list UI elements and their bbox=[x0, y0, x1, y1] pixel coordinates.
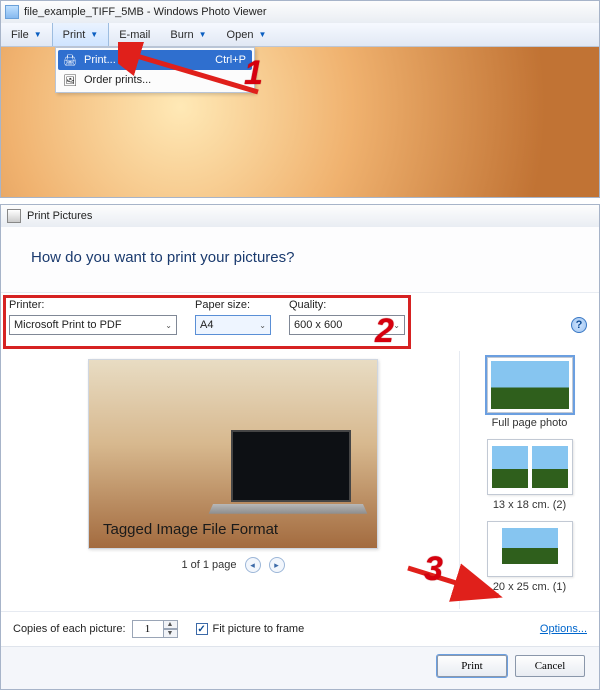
paper-size-field: Paper size: A4 ⌄ bbox=[195, 299, 271, 335]
preview-pane: Tagged Image File Format 1 of 1 page ◂ ▸ bbox=[11, 351, 455, 609]
menu-file-label: File bbox=[11, 29, 29, 41]
paper-size-label: Paper size: bbox=[195, 299, 271, 311]
printer-select[interactable]: Microsoft Print to PDF ⌄ bbox=[9, 315, 177, 335]
layout-list[interactable]: Full page photo 13 x 18 cm. (2) 20 x 25 … bbox=[459, 351, 589, 609]
app-icon bbox=[5, 5, 19, 19]
next-page-button[interactable]: ▸ bbox=[269, 557, 285, 573]
layout-20x25-thumb bbox=[487, 521, 573, 577]
layout-full-label: Full page photo bbox=[492, 417, 568, 429]
layout-13x18-thumb bbox=[487, 439, 573, 495]
printer-icon: 🖨 bbox=[62, 52, 78, 68]
copies-label: Copies of each picture: bbox=[13, 623, 126, 635]
help-icon[interactable]: ? bbox=[571, 317, 587, 333]
quality-value: 600 x 600 bbox=[294, 319, 342, 331]
printer-field: Printer: Microsoft Print to PDF ⌄ bbox=[9, 299, 177, 335]
copies-down-button[interactable]: ▼ bbox=[164, 629, 178, 638]
layout-full-thumb bbox=[487, 357, 573, 413]
dropdown-print[interactable]: 🖨 Print... Ctrl+P bbox=[58, 50, 252, 70]
annotation-number-1: 1 bbox=[244, 54, 263, 93]
menu-burn[interactable]: Burn ▼ bbox=[160, 23, 216, 46]
dlg-footer: Copies of each picture: ▲ ▼ ✓ Fit pictur… bbox=[1, 611, 599, 646]
preview-page: Tagged Image File Format bbox=[88, 359, 378, 549]
paper-size-select[interactable]: A4 ⌄ bbox=[195, 315, 271, 335]
fit-picture-label: Fit picture to frame bbox=[213, 623, 305, 635]
dlg-heading: How do you want to print your pictures? bbox=[1, 227, 599, 292]
menu-email[interactable]: E-mail bbox=[109, 23, 160, 46]
chevron-down-icon: ▼ bbox=[199, 30, 207, 39]
copies-input[interactable] bbox=[132, 620, 164, 638]
dlg-titlebar[interactable]: Print Pictures bbox=[1, 205, 599, 227]
chevron-down-icon: ▼ bbox=[90, 30, 98, 39]
quality-label: Quality: bbox=[289, 299, 405, 311]
options-link[interactable]: Options... bbox=[540, 623, 587, 635]
copies-up-button[interactable]: ▲ bbox=[164, 620, 178, 629]
cancel-button[interactable]: Cancel bbox=[515, 655, 585, 677]
copies-stepper: ▲ ▼ bbox=[132, 620, 178, 638]
layout-13x18[interactable]: 13 x 18 cm. (2) bbox=[487, 439, 573, 511]
layout-full-page[interactable]: Full page photo bbox=[487, 357, 573, 429]
dlg-button-bar: Print Cancel bbox=[1, 646, 599, 689]
pager-text: 1 of 1 page bbox=[181, 559, 236, 571]
menu-open[interactable]: Open ▼ bbox=[217, 23, 277, 46]
dropdown-print-label: Print... bbox=[84, 54, 215, 66]
print-pictures-dialog: Print Pictures How do you want to print … bbox=[0, 204, 600, 690]
checkbox-checked-icon: ✓ bbox=[196, 623, 208, 635]
printer-label: Printer: bbox=[9, 299, 177, 311]
print-pictures-icon bbox=[7, 209, 21, 223]
menu-print-label: Print bbox=[63, 29, 86, 41]
dlg-title: Print Pictures bbox=[27, 210, 92, 222]
chevron-down-icon: ▼ bbox=[258, 30, 266, 39]
menu-email-label: E-mail bbox=[119, 29, 150, 41]
print-dropdown: 🖨 Print... Ctrl+P 🖼 Order prints... bbox=[55, 47, 255, 93]
prev-page-button[interactable]: ◂ bbox=[245, 557, 261, 573]
menu-print[interactable]: Print ▼ bbox=[52, 23, 110, 46]
pv-title: file_example_TIFF_5MB - Windows Photo Vi… bbox=[24, 6, 267, 18]
pv-menubar: File ▼ Print ▼ E-mail Burn ▼ Open ▼ bbox=[1, 23, 599, 47]
dropdown-print-shortcut: Ctrl+P bbox=[215, 54, 246, 66]
menu-open-label: Open bbox=[227, 29, 254, 41]
menu-file[interactable]: File ▼ bbox=[1, 23, 52, 46]
printer-value: Microsoft Print to PDF bbox=[14, 319, 122, 331]
dropdown-order-prints[interactable]: 🖼 Order prints... bbox=[58, 70, 252, 90]
chevron-down-icon: ⌄ bbox=[165, 321, 172, 330]
layout-20x25[interactable]: 20 x 25 cm. (1) bbox=[487, 521, 573, 593]
preview-content bbox=[213, 430, 363, 526]
globe-icon: 🖼 bbox=[62, 72, 78, 88]
annotation-number-2: 2 bbox=[375, 312, 394, 351]
fit-picture-checkbox[interactable]: ✓ Fit picture to frame bbox=[196, 623, 305, 635]
pager: 1 of 1 page ◂ ▸ bbox=[181, 557, 284, 573]
paper-size-value: A4 bbox=[200, 319, 213, 331]
annotation-number-3: 3 bbox=[424, 550, 443, 589]
layout-20x25-label: 20 x 25 cm. (1) bbox=[493, 581, 566, 593]
layout-13x18-label: 13 x 18 cm. (2) bbox=[493, 499, 566, 511]
preview-caption: Tagged Image File Format bbox=[103, 521, 278, 538]
menu-burn-label: Burn bbox=[170, 29, 193, 41]
print-button[interactable]: Print bbox=[437, 655, 507, 677]
chevron-down-icon: ⌄ bbox=[393, 321, 400, 330]
dlg-settings: ? Printer: Microsoft Print to PDF ⌄ Pape… bbox=[1, 292, 599, 347]
photo-viewer-window: file_example_TIFF_5MB - Windows Photo Vi… bbox=[0, 0, 600, 198]
dropdown-order-prints-label: Order prints... bbox=[84, 74, 246, 86]
pv-titlebar[interactable]: file_example_TIFF_5MB - Windows Photo Vi… bbox=[1, 1, 599, 23]
chevron-down-icon: ▼ bbox=[34, 30, 42, 39]
chevron-down-icon: ⌄ bbox=[259, 321, 266, 330]
